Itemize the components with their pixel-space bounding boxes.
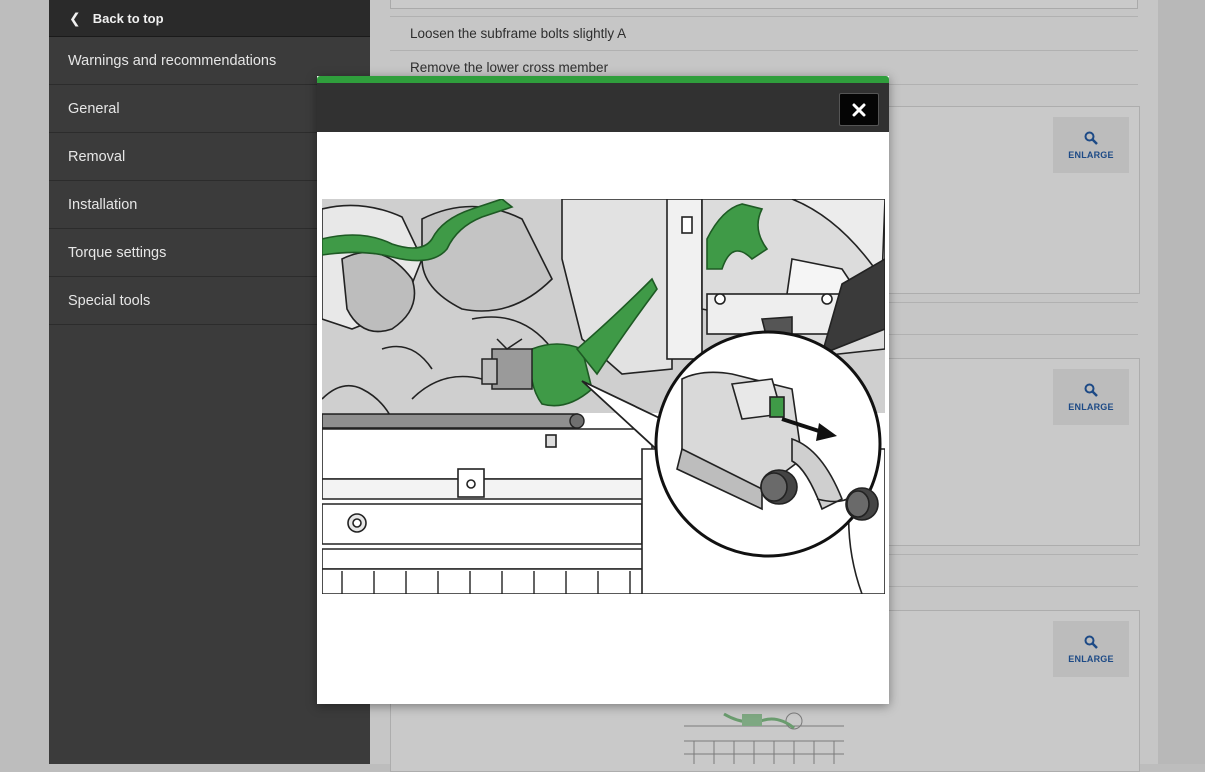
modal-accent-bar bbox=[317, 76, 889, 83]
back-to-top-label: Back to top bbox=[92, 10, 164, 26]
magnifier-icon bbox=[1084, 383, 1098, 397]
enlarge-button[interactable]: ENLARGE bbox=[1053, 117, 1129, 173]
right-gutter bbox=[1158, 0, 1205, 764]
sidebar-item-label: Installation bbox=[68, 196, 138, 213]
close-icon bbox=[852, 103, 866, 116]
chevron-left-icon: ❮ bbox=[69, 9, 81, 26]
sidebar-item-label: General bbox=[68, 100, 120, 117]
close-button[interactable] bbox=[839, 93, 879, 126]
connector-diagram bbox=[322, 199, 885, 594]
enlarge-label: ENLARGE bbox=[1068, 401, 1114, 412]
step-row: Loosen the subframe bolts slightly A bbox=[390, 16, 1138, 51]
magnifier-icon bbox=[1084, 635, 1098, 649]
enlarge-label: ENLARGE bbox=[1068, 653, 1114, 664]
figure-thumbnail bbox=[684, 706, 844, 764]
sidebar-item-label: Warnings and recommendations bbox=[68, 52, 277, 69]
enlarge-button[interactable]: ENLARGE bbox=[1053, 369, 1129, 425]
sidebar-item-label: Special tools bbox=[68, 292, 151, 309]
back-to-top-button[interactable]: ❮ Back to top bbox=[49, 0, 370, 37]
modal-header bbox=[317, 83, 889, 132]
image-modal bbox=[317, 76, 889, 704]
magnifier-icon bbox=[1084, 131, 1098, 145]
enlarge-button[interactable]: ENLARGE bbox=[1053, 621, 1129, 677]
enlarge-label: ENLARGE bbox=[1068, 149, 1114, 160]
sidebar-item-label: Removal bbox=[68, 148, 126, 165]
previous-figure-card bbox=[390, 0, 1138, 9]
sidebar-item-label: Torque settings bbox=[68, 244, 167, 261]
steps-column: Loosen the subframe bolts slightly A Rem… bbox=[390, 0, 1138, 85]
